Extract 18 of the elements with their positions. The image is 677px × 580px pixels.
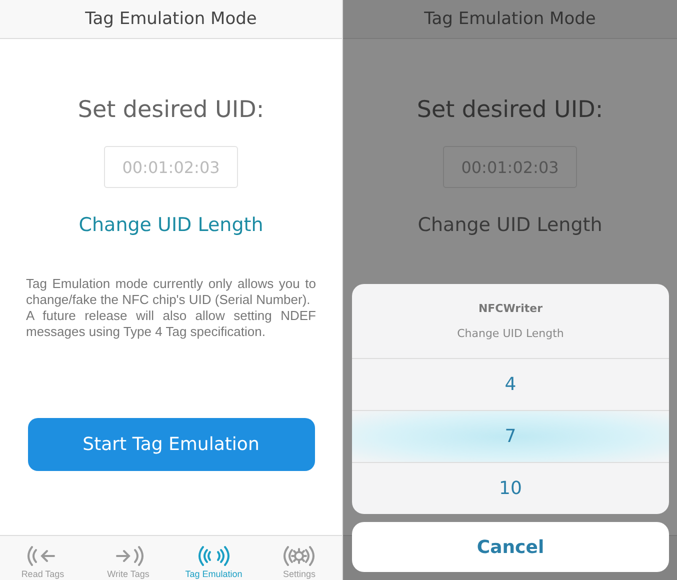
sheet-title: NFCWriter [478,302,543,315]
screen-title: Tag Emulation Mode [424,9,596,29]
heading: Set desired UID: [416,97,604,123]
tab-label[interactable]: Tag Emulation [185,569,242,579]
change-uid-length-link[interactable]: Change UID Length [418,214,602,236]
change-uid-length-link[interactable]: Change UID Length [78,214,264,236]
tab-label[interactable]: Read Tags [21,569,64,579]
sheet-message: Change UID Length [457,327,564,340]
sheet-option[interactable]: 4 [352,359,669,410]
cancel-button[interactable]: Cancel [352,522,669,572]
sheet-option[interactable]: 7 [352,410,669,462]
sheet-option[interactable]: 10 [352,462,669,514]
tab-label[interactable]: Settings [282,569,316,579]
tab-label[interactable]: Write Tags [107,569,150,579]
description-text: Tag Emulation mode currently only allows you to change/fake the NFC chip's UID (Serial Number). A future release will also allow setting NDEF messages using Type 4 Tag specification. [25,276,317,340]
start-button[interactable]: Start Tag Emulation [28,418,314,471]
screen-title: Tag Emulation Mode [85,9,257,29]
heading: Set desired UID: [78,97,264,123]
